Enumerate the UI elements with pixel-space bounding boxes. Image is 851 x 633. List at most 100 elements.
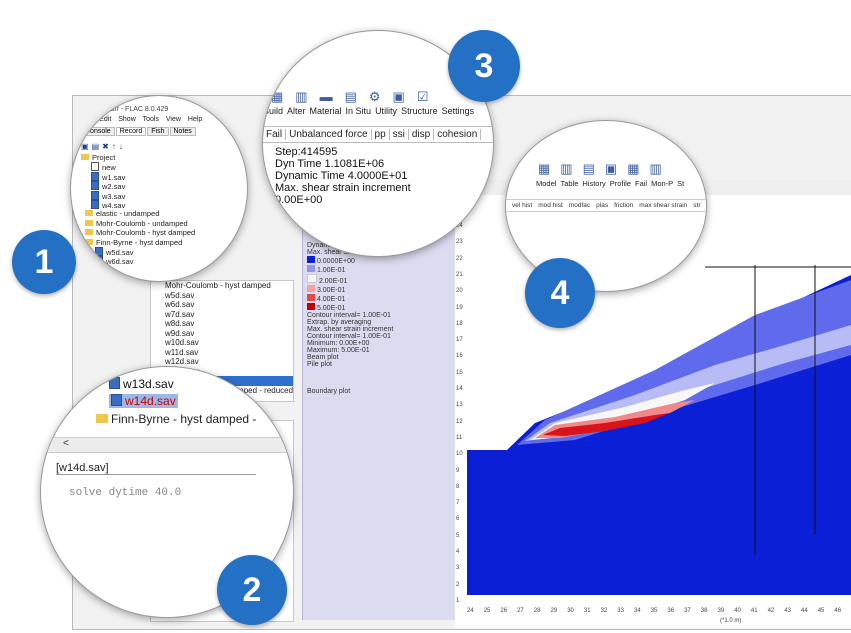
tab-plas[interactable]: plas xyxy=(596,202,608,209)
tree-item[interactable]: w11d.sav xyxy=(151,348,293,358)
file-icon xyxy=(91,171,99,181)
tab-console[interactable]: Console xyxy=(81,127,115,136)
y-tick-label: 1 xyxy=(456,597,460,604)
tab-fail[interactable]: Fail xyxy=(263,129,287,140)
tree-item[interactable]: w4.sav xyxy=(81,199,195,210)
settings-button[interactable]: Settings xyxy=(442,106,475,116)
tab-ssi[interactable]: ssi xyxy=(389,129,409,140)
tab-max-shear-strain[interactable]: max shear strain xyxy=(639,202,687,209)
tree-item[interactable]: w9d.sav xyxy=(151,329,293,339)
disk-icon[interactable]: ▤ xyxy=(92,142,103,151)
menu-show[interactable]: Show xyxy=(118,116,136,123)
profile-button[interactable]: Profile xyxy=(610,179,631,188)
tree-item[interactable]: w5d.sav xyxy=(151,291,293,301)
file-icon xyxy=(95,246,103,256)
tree-folder[interactable]: Mohr-Coulomb - hyst damped xyxy=(81,228,195,237)
utility-icon[interactable]: ⚙ xyxy=(369,89,393,104)
tree-folder[interactable]: Mohr-Coulomb - undamped xyxy=(81,219,195,228)
tree-root[interactable]: Project xyxy=(81,153,195,162)
profile-icon[interactable]: ▣ xyxy=(605,161,627,176)
settings-icon[interactable]: ☑ xyxy=(417,89,441,104)
legend-swatch-row: 0.0000E+00 xyxy=(307,256,455,265)
callout-badge-4: 4 xyxy=(525,258,595,328)
tree-item-selected[interactable]: w14d.sav xyxy=(109,394,178,408)
alter-button[interactable]: Alter xyxy=(287,106,306,116)
y-tick-label: 4 xyxy=(456,549,460,555)
fail-icon[interactable]: ▦ xyxy=(627,161,649,176)
plot-item-tabs: vel hist mod hist modfac plas friction max sh… xyxy=(506,199,706,212)
mon-p-icon[interactable]: ▥ xyxy=(649,161,671,176)
arrow-down-icon[interactable]: ↓ xyxy=(119,142,126,151)
legend-line: Beam plot xyxy=(307,354,339,361)
menu-file[interactable]: File xyxy=(81,116,92,123)
mon-p-button[interactable]: Mon-P xyxy=(651,179,673,188)
tab-str[interactable]: str xyxy=(693,202,700,209)
tab-notes[interactable]: Notes xyxy=(169,127,196,136)
tab-modfac[interactable]: modfac xyxy=(569,202,590,209)
x-tick-label: 29 xyxy=(550,608,558,614)
tab-friction[interactable]: friction xyxy=(614,202,633,209)
magnifier-project-tree: ...tharf - FLAC 8.0.429 File Edit Show T… xyxy=(70,95,248,282)
menu-view[interactable]: View xyxy=(166,116,181,123)
tree-item[interactable]: w5d.sav xyxy=(81,246,195,257)
tree-folder[interactable]: Finn-Byrne - hyst damped xyxy=(81,238,195,247)
tree-item[interactable]: w8d.sav xyxy=(151,319,293,329)
tree-item[interactable]: w10d.sav xyxy=(151,338,293,348)
structure-icon[interactable]: ▣ xyxy=(393,89,417,104)
tree-item[interactable]: w6d.sav xyxy=(81,256,195,266)
save-icon[interactable]: ▣ xyxy=(81,142,92,151)
tree-item[interactable]: w1.sav xyxy=(81,171,195,182)
build-button[interactable]: Build xyxy=(263,106,283,116)
plot-toolbar: Model Table History Profile Fail Mon-P St xyxy=(536,179,688,188)
tab-cohesion[interactable]: cohesion xyxy=(434,129,482,140)
utility-button[interactable]: Utility xyxy=(375,106,397,116)
history-icon[interactable]: ▤ xyxy=(583,161,605,176)
tree-item[interactable]: w7d.sav xyxy=(151,310,293,320)
material-icon[interactable]: ▬ xyxy=(320,89,345,104)
scroll-left-icon[interactable]: < xyxy=(41,438,69,449)
tree-item[interactable]: w6d.sav xyxy=(151,300,293,310)
menu-edit[interactable]: Edit xyxy=(99,116,111,123)
tree-item[interactable]: w12d.sav xyxy=(151,357,293,367)
tree-folder[interactable]: elastic - undamped xyxy=(81,209,195,218)
x-tick-label: 33 xyxy=(617,608,624,614)
model-button[interactable]: Model xyxy=(536,179,556,188)
tree-item[interactable]: new xyxy=(81,162,195,172)
tree-item[interactable]: w3.sav xyxy=(81,190,195,201)
tab-record[interactable]: Record xyxy=(115,127,147,136)
menu-tools[interactable]: Tools xyxy=(143,116,159,123)
material-button[interactable]: Material xyxy=(310,106,342,116)
model-icon[interactable]: ▦ xyxy=(538,161,560,176)
y-tick-label: 5 xyxy=(456,532,460,539)
structure-button[interactable]: Structure xyxy=(401,106,438,116)
menu-help[interactable]: Help xyxy=(188,116,202,123)
horizontal-scrollbar[interactable]: < xyxy=(41,437,293,453)
tab-pp[interactable]: pp xyxy=(371,129,390,140)
x-tick-label: 38 xyxy=(700,608,708,614)
alter-icon[interactable]: ▥ xyxy=(295,89,319,104)
record-toolbar: ▣▤✖↑↓ xyxy=(81,142,126,151)
table-button[interactable]: Table xyxy=(560,179,578,188)
st-button[interactable]: St xyxy=(677,179,684,188)
tree-item[interactable]: w2.sav xyxy=(81,181,195,191)
x-tick-label: 44 xyxy=(801,608,808,614)
console-file-tab[interactable]: [w14d.sav] xyxy=(56,462,256,475)
fail-button[interactable]: Fail xyxy=(635,179,647,188)
tab-disp[interactable]: disp xyxy=(408,129,435,140)
arrow-up-icon[interactable]: ↑ xyxy=(112,142,119,151)
tree-folder[interactable]: Finn-Byrne - hyst damped - xyxy=(96,412,256,426)
tree-folder-header[interactable]: Mohr-Coulomb - hyst damped xyxy=(151,281,293,291)
delete-icon[interactable]: ✖ xyxy=(102,142,112,151)
tab-unbalanced-force[interactable]: Unbalanced force xyxy=(286,129,372,140)
plot-tabs: Fail Unbalanced force pp ssi disp cohesion xyxy=(263,126,493,143)
tab-vel-hist[interactable]: vel hist xyxy=(512,202,532,209)
tree-item[interactable]: w13d.sav xyxy=(109,377,174,391)
console-command-text[interactable]: solve dytime 40.0 xyxy=(69,487,181,499)
in-situ-button[interactable]: In Situ xyxy=(346,106,372,116)
table-icon[interactable]: ▥ xyxy=(560,161,582,176)
build-icon[interactable]: ▦ xyxy=(271,89,295,104)
in-situ-icon[interactable]: ▤ xyxy=(345,89,369,104)
tab-fish[interactable]: Fish xyxy=(147,127,169,136)
history-button[interactable]: History xyxy=(582,179,605,188)
tab-mod-hist[interactable]: mod hist xyxy=(538,202,563,209)
